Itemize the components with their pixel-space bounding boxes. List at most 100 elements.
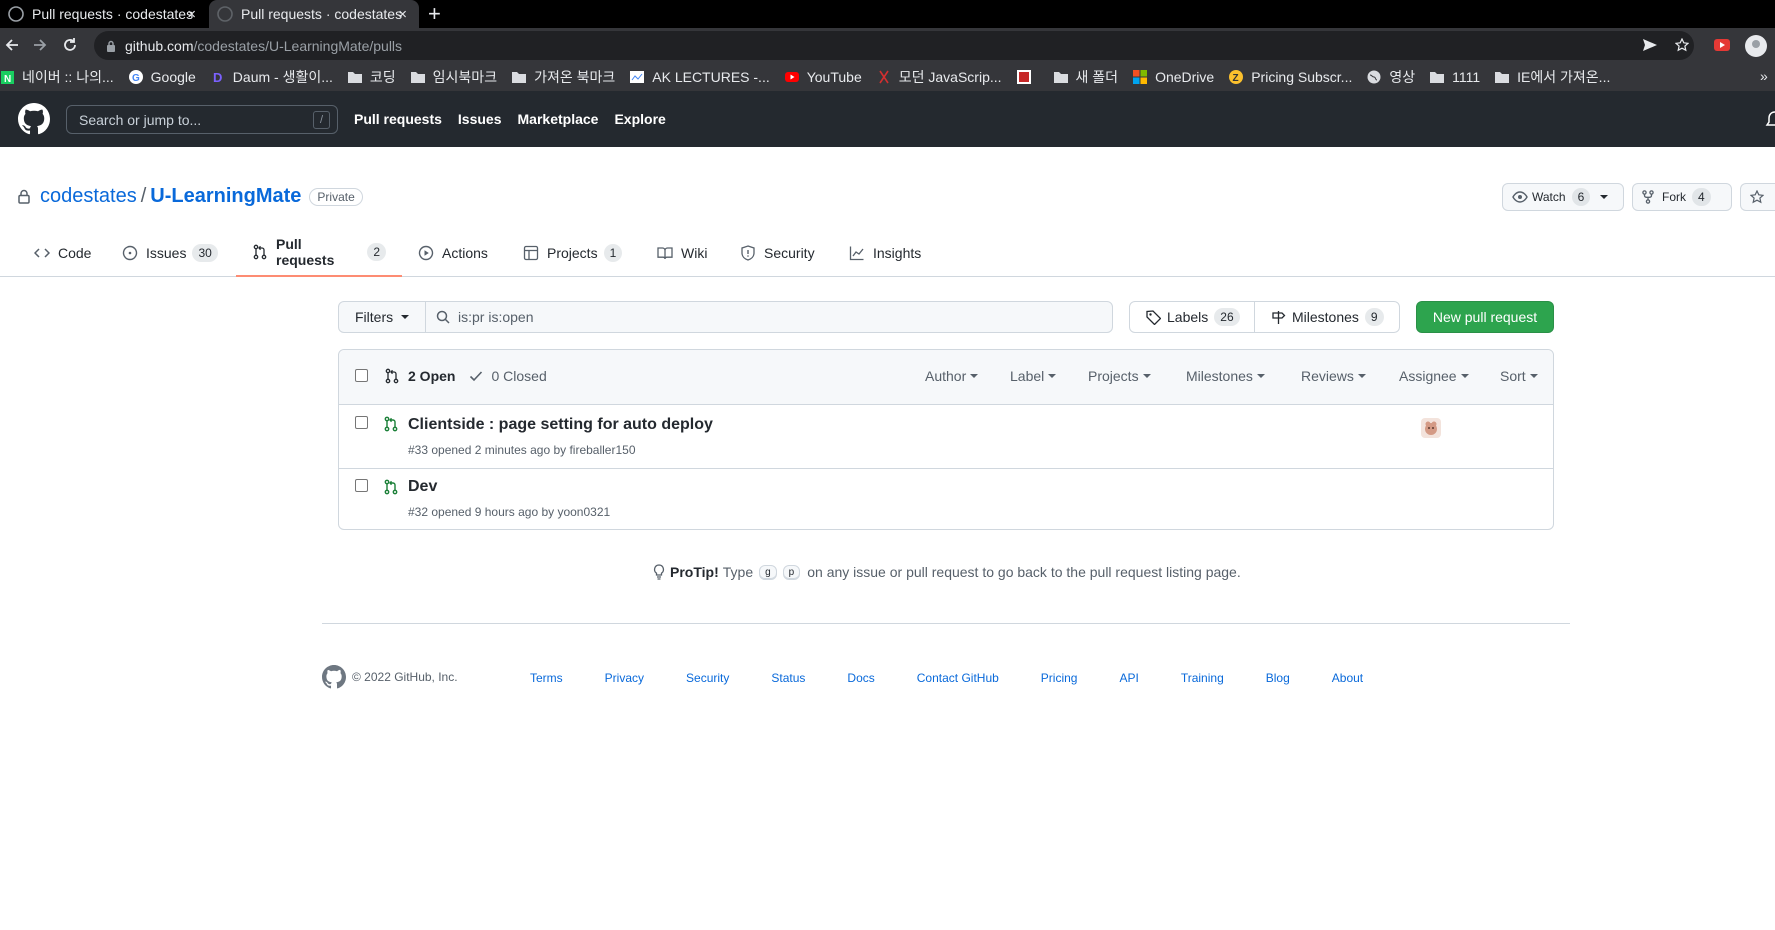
more-bookmarks-button[interactable]: » xyxy=(1760,68,1768,84)
footer-link-terms[interactable]: Terms xyxy=(530,671,563,685)
repo-name-link[interactable]: U-LearningMate xyxy=(150,185,301,208)
footer-link-about[interactable]: About xyxy=(1332,671,1363,685)
bookmark-item[interactable]: 가져온 북마크 xyxy=(512,67,615,87)
assignee-filter[interactable]: Assignee xyxy=(1399,368,1469,384)
reviews-filter[interactable]: Reviews xyxy=(1301,368,1366,384)
pr-title-link[interactable]: Dev xyxy=(408,478,437,496)
labels-button[interactable]: Labels 26 xyxy=(1129,301,1255,333)
new-tab-button[interactable]: + xyxy=(428,2,441,26)
tab-projects[interactable]: Projects 1 xyxy=(523,228,623,277)
menu-label: Projects xyxy=(1088,368,1139,384)
bookmark-item[interactable]: 코딩 xyxy=(347,67,396,87)
chevron-down-icon xyxy=(1529,374,1538,378)
footer-link-docs[interactable]: Docs xyxy=(847,671,874,685)
close-tab-icon[interactable]: × xyxy=(398,6,407,23)
author-filter[interactable]: Author xyxy=(925,368,979,384)
tab-actions[interactable]: Actions xyxy=(418,228,488,277)
profile-avatar-icon[interactable] xyxy=(1745,35,1767,57)
list-header: 2 Open 0 Closed Author Label Projects Mi… xyxy=(339,350,1553,405)
footer-link-blog[interactable]: Blog xyxy=(1266,671,1290,685)
state-toggles: 2 Open 0 Closed xyxy=(384,368,547,384)
repo-owner-link[interactable]: codestates xyxy=(40,185,137,208)
bookmark-item[interactable]: Z Pricing Subscr... xyxy=(1229,69,1352,85)
label-filter[interactable]: Label xyxy=(1010,368,1057,384)
tab-code[interactable]: Code xyxy=(34,228,91,277)
bookmark-item[interactable]: 모던 JavaScrip... xyxy=(877,67,1002,87)
bookmark-item[interactable]: OneDrive xyxy=(1133,69,1214,85)
folder-icon xyxy=(512,70,527,84)
bookmark-item[interactable]: IE에서 가져온... xyxy=(1495,67,1610,87)
filters-button[interactable]: Filters xyxy=(338,301,426,333)
header-nav-pull-requests[interactable]: Pull requests xyxy=(354,111,442,127)
protip-text-after: on any issue or pull request to go back … xyxy=(807,564,1241,580)
browser-tab-2[interactable]: Pull requests · codestates × xyxy=(209,0,419,28)
reload-icon[interactable] xyxy=(62,37,78,53)
footer-link-training[interactable]: Training xyxy=(1181,671,1224,685)
send-icon[interactable] xyxy=(1643,39,1657,51)
tab-issues[interactable]: Issues 30 xyxy=(122,228,218,277)
fork-button[interactable]: Fork 4 xyxy=(1632,183,1732,211)
footer-link-pricing[interactable]: Pricing xyxy=(1041,671,1078,685)
new-pull-request-button[interactable]: New pull request xyxy=(1416,301,1554,333)
footer-copyright-block: © 2022 GitHub, Inc. xyxy=(322,665,458,689)
labels-label: Labels xyxy=(1167,309,1209,325)
extension-icon[interactable] xyxy=(1714,39,1730,51)
select-all-checkbox[interactable] xyxy=(355,369,368,382)
bookmark-item[interactable] xyxy=(1016,70,1039,84)
github-mark-icon[interactable] xyxy=(322,665,346,689)
milestones-button[interactable]: Milestones 9 xyxy=(1254,301,1400,333)
back-arrow-icon[interactable] xyxy=(4,37,20,53)
header-nav-issues[interactable]: Issues xyxy=(458,111,502,127)
closed-filter-link[interactable]: 0 Closed xyxy=(491,368,546,384)
watch-label: Watch xyxy=(1532,190,1566,204)
header-nav-explore[interactable]: Explore xyxy=(614,111,665,127)
close-tab-icon[interactable]: × xyxy=(187,6,196,23)
footer-link-status[interactable]: Status xyxy=(771,671,805,685)
list-item[interactable]: Clientside : page setting for auto deplo… xyxy=(339,405,1553,467)
bookmark-item[interactable]: 1111 xyxy=(1430,69,1480,85)
projects-filter[interactable]: Projects xyxy=(1088,368,1151,384)
pr-title-link[interactable]: Clientside : page setting for auto deplo… xyxy=(408,416,713,434)
notifications-bell-icon[interactable] xyxy=(1764,110,1775,128)
bookmark-item[interactable]: YouTube xyxy=(784,69,862,85)
global-search-input[interactable]: Search or jump to... / xyxy=(66,105,338,134)
tab-security[interactable]: Security xyxy=(740,228,815,277)
footer-link-security[interactable]: Security xyxy=(686,671,729,685)
issue-search-input[interactable]: is:pr is:open xyxy=(425,301,1113,333)
row-checkbox[interactable] xyxy=(355,479,368,492)
watch-button[interactable]: Watch 6 xyxy=(1502,183,1624,211)
star-button[interactable] xyxy=(1740,183,1775,211)
bookmark-item[interactable]: D Daum - 생활이... xyxy=(211,67,333,87)
open-filter-link[interactable]: 2 Open xyxy=(408,368,455,384)
footer-link-privacy[interactable]: Privacy xyxy=(605,671,644,685)
tab-insights[interactable]: Insights xyxy=(849,228,921,277)
bookmark-item[interactable]: AK LECTURES -... xyxy=(630,69,770,85)
bookmark-item[interactable]: N 네이버 :: 나의... xyxy=(0,67,114,87)
github-logo-icon[interactable] xyxy=(18,103,50,135)
fork-count: 4 xyxy=(1692,188,1711,206)
sort-menu[interactable]: Sort xyxy=(1500,368,1538,384)
tab-pull-requests[interactable]: Pull requests 2 xyxy=(236,228,402,277)
tab-label: Insights xyxy=(873,244,922,261)
svg-text:G: G xyxy=(132,73,140,84)
projects-count: 1 xyxy=(603,243,623,262)
bookmark-item[interactable]: 임시북마크 xyxy=(410,67,497,87)
browser-tab-1[interactable]: Pull requests · codestates × xyxy=(0,0,208,28)
forward-arrow-icon[interactable] xyxy=(32,37,48,53)
address-bar[interactable]: github.com/codestates/U-LearningMate/pul… xyxy=(94,31,1694,60)
bookmark-item[interactable]: 영상 xyxy=(1367,67,1415,87)
footer-link-contact[interactable]: Contact GitHub xyxy=(917,671,999,685)
chevron-down-icon xyxy=(1357,374,1366,378)
header-nav-marketplace[interactable]: Marketplace xyxy=(518,111,599,127)
assignee-avatar[interactable] xyxy=(1421,418,1441,438)
list-item[interactable]: Dev #32 opened 9 hours ago by yoon0321 xyxy=(339,468,1553,530)
bookmark-item[interactable]: G Google xyxy=(128,69,196,85)
bookmark-star-icon[interactable] xyxy=(1675,38,1689,52)
bookmark-label: 새 폴더 xyxy=(1075,69,1119,85)
footer-link-api[interactable]: API xyxy=(1119,671,1138,685)
bookmark-item[interactable]: 새 폴더 xyxy=(1053,67,1119,87)
repo-title: codestates / U-LearningMate Private xyxy=(18,185,363,208)
row-checkbox[interactable] xyxy=(355,416,368,429)
milestones-filter[interactable]: Milestones xyxy=(1186,368,1265,384)
tab-wiki[interactable]: Wiki xyxy=(657,228,707,277)
